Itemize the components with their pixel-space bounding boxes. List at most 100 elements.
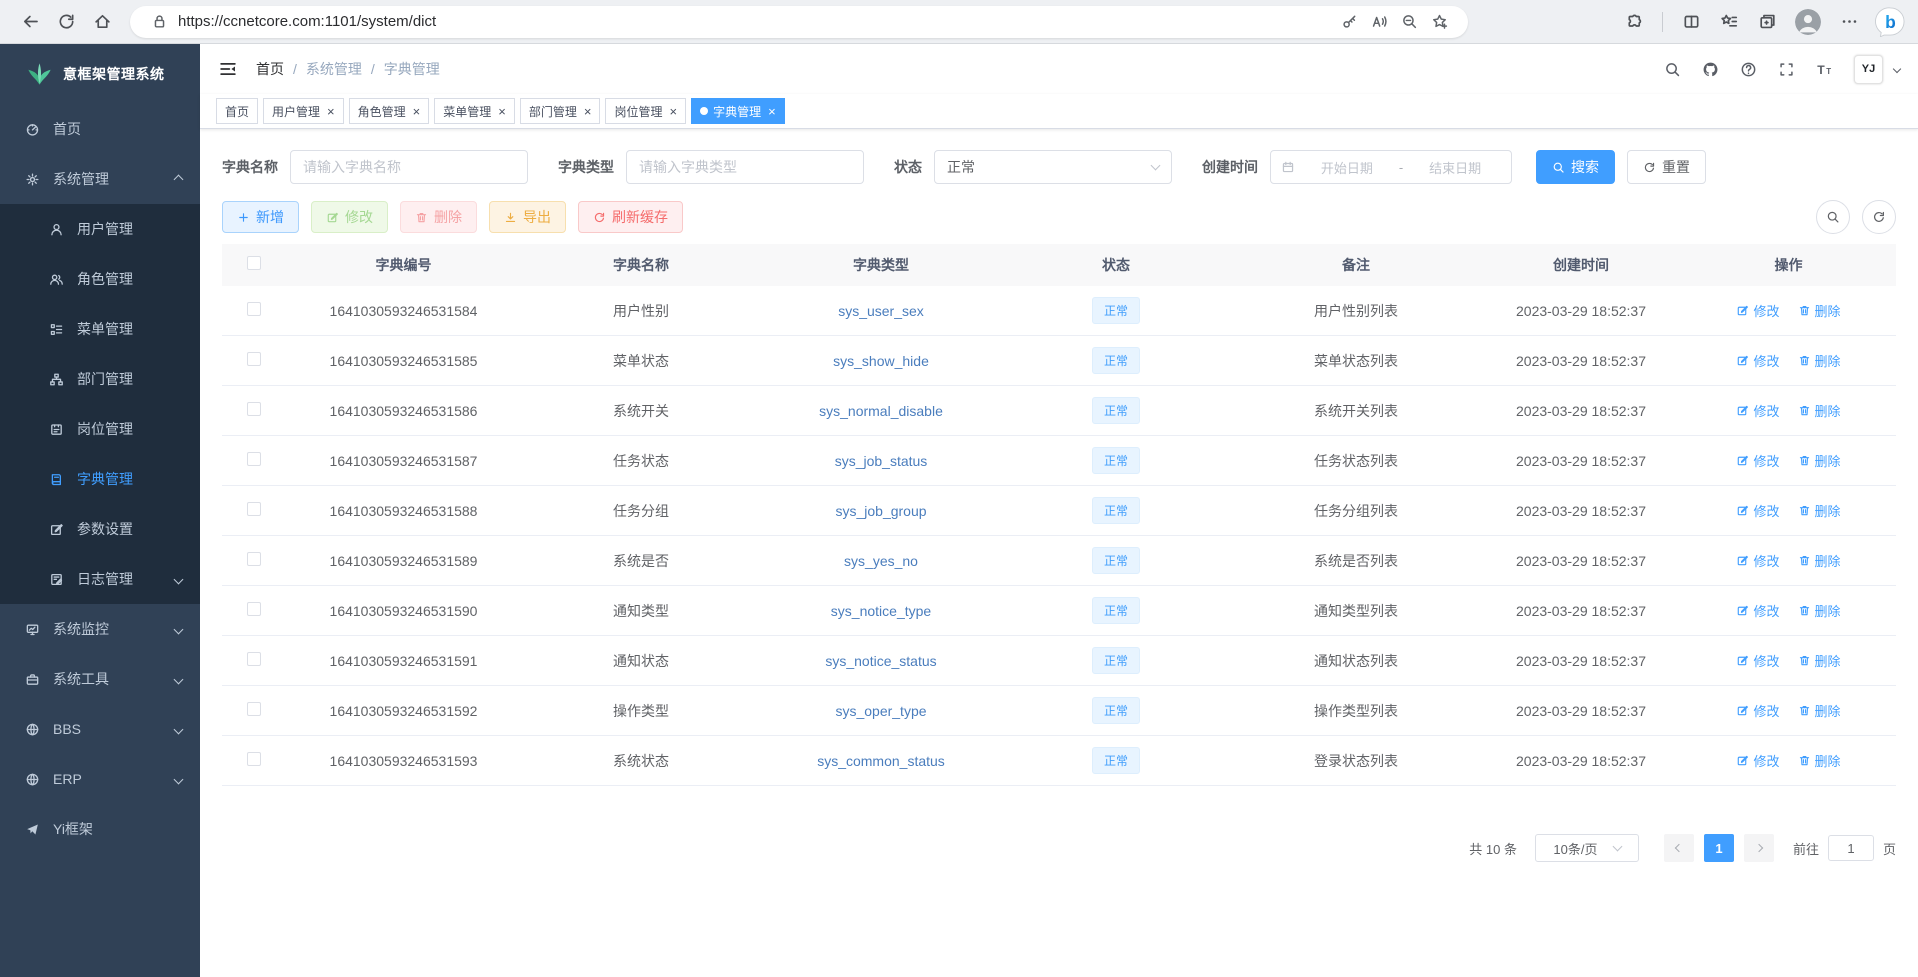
create-time-range-picker[interactable]: 开始日期 - 结束日期 [1270, 150, 1512, 184]
close-icon[interactable]: × [498, 105, 506, 118]
column-header[interactable]: 状态 [1001, 255, 1231, 275]
breadcrumb-item[interactable]: 系统管理 [306, 59, 362, 79]
more-menu-icon[interactable] [1831, 5, 1867, 39]
row-checkbox[interactable] [247, 652, 261, 666]
split-screen-icon[interactable] [1673, 5, 1709, 39]
column-header[interactable]: 字典类型 [761, 255, 1001, 275]
url-text[interactable]: https://ccnetcore.com:1101/system/dict [178, 13, 1334, 30]
close-icon[interactable]: × [413, 105, 421, 118]
dict-type-link[interactable]: sys_oper_type [835, 703, 926, 719]
goto-page-input[interactable] [1828, 835, 1874, 861]
row-delete-link[interactable]: 删除 [1798, 601, 1841, 620]
row-delete-link[interactable]: 删除 [1798, 451, 1841, 470]
close-icon[interactable]: × [768, 105, 776, 118]
refresh-cache-button[interactable]: 刷新缓存 [578, 201, 683, 233]
tag-tab[interactable]: 部门管理× [520, 98, 601, 124]
refresh-table-button[interactable] [1862, 200, 1896, 234]
row-checkbox[interactable] [247, 352, 261, 366]
row-checkbox[interactable] [247, 702, 261, 716]
delete-button[interactable]: 删除 [400, 201, 477, 233]
search-icon[interactable] [1664, 61, 1681, 78]
sidebar-item-config[interactable]: 参数设置 [0, 504, 200, 554]
page-number-button[interactable]: 1 [1704, 834, 1734, 862]
bing-chat-icon[interactable]: b [1875, 6, 1906, 37]
row-delete-link[interactable]: 删除 [1798, 701, 1841, 720]
row-checkbox[interactable] [247, 552, 261, 566]
row-checkbox[interactable] [247, 452, 261, 466]
toggle-search-button[interactable] [1816, 200, 1850, 234]
sidebar-item-post[interactable]: 岗位管理 [0, 404, 200, 454]
row-edit-link[interactable]: 修改 [1736, 551, 1779, 570]
profile-avatar[interactable] [1795, 9, 1821, 35]
dict-name-input[interactable] [290, 150, 528, 184]
next-page-button[interactable] [1744, 834, 1774, 862]
dict-type-link[interactable]: sys_notice_status [825, 653, 936, 669]
close-icon[interactable]: × [327, 105, 335, 118]
user-avatar[interactable]: YJ [1854, 55, 1883, 84]
export-button[interactable]: 导出 [489, 201, 566, 233]
row-delete-link[interactable]: 删除 [1798, 751, 1841, 770]
lock-icon[interactable] [144, 13, 174, 30]
start-date-placeholder[interactable]: 开始日期 [1301, 158, 1393, 177]
dict-type-link[interactable]: sys_job_group [835, 503, 926, 519]
row-checkbox[interactable] [247, 502, 261, 516]
dict-type-link[interactable]: sys_user_sex [838, 303, 924, 319]
sidebar-item-role[interactable]: 角色管理 [0, 254, 200, 304]
password-key-icon[interactable] [1334, 13, 1364, 30]
dict-type-link[interactable]: sys_common_status [817, 753, 945, 769]
tag-tab[interactable]: 岗位管理× [605, 98, 686, 124]
add-favorite-icon[interactable] [1424, 13, 1454, 30]
sidebar-item-dept[interactable]: 部门管理 [0, 354, 200, 404]
status-select[interactable]: 正常 [934, 150, 1172, 184]
row-delete-link[interactable]: 删除 [1798, 301, 1841, 320]
add-button[interactable]: 新增 [222, 201, 299, 233]
row-edit-link[interactable]: 修改 [1736, 501, 1779, 520]
dict-type-link[interactable]: sys_job_status [835, 453, 928, 469]
row-edit-link[interactable]: 修改 [1736, 651, 1779, 670]
sidebar-item-menu[interactable]: 菜单管理 [0, 304, 200, 354]
dict-type-link[interactable]: sys_yes_no [844, 553, 918, 569]
sidebar-item-dict[interactable]: 字典管理 [0, 454, 200, 504]
sidebar-item-tool[interactable]: 系统工具 [0, 654, 200, 704]
sidebar-item-erp[interactable]: ERP [0, 754, 200, 804]
column-header[interactable]: 备注 [1231, 255, 1481, 275]
extensions-icon[interactable] [1616, 5, 1652, 39]
row-edit-link[interactable]: 修改 [1736, 601, 1779, 620]
collapse-sidebar-icon[interactable] [218, 59, 238, 79]
favorites-icon[interactable] [1711, 5, 1747, 39]
row-edit-link[interactable]: 修改 [1736, 751, 1779, 770]
search-button[interactable]: 搜索 [1536, 150, 1615, 184]
tag-tab[interactable]: 首页 [216, 98, 258, 124]
tag-tab[interactable]: 菜单管理× [434, 98, 515, 124]
tag-tab[interactable]: 字典管理× [691, 98, 785, 124]
close-icon[interactable]: × [584, 105, 592, 118]
read-aloud-icon[interactable] [1364, 13, 1394, 30]
row-delete-link[interactable]: 删除 [1798, 551, 1841, 570]
row-delete-link[interactable]: 删除 [1798, 501, 1841, 520]
app-logo[interactable]: 意框架管理系统 [0, 44, 200, 104]
column-header[interactable]: 创建时间 [1481, 255, 1681, 275]
dict-type-link[interactable]: sys_notice_type [831, 603, 931, 619]
github-icon[interactable] [1702, 61, 1719, 78]
row-delete-link[interactable]: 删除 [1798, 351, 1841, 370]
column-header[interactable]: 操作 [1681, 255, 1896, 275]
sidebar-item-bbs[interactable]: BBS [0, 704, 200, 754]
row-checkbox[interactable] [247, 752, 261, 766]
column-header[interactable]: 字典名称 [521, 255, 761, 275]
zoom-out-icon[interactable] [1394, 13, 1424, 30]
row-edit-link[interactable]: 修改 [1736, 351, 1779, 370]
row-edit-link[interactable]: 修改 [1736, 401, 1779, 420]
row-delete-link[interactable]: 删除 [1798, 651, 1841, 670]
row-edit-link[interactable]: 修改 [1736, 301, 1779, 320]
home-icon[interactable] [84, 5, 120, 39]
dict-type-input[interactable] [626, 150, 864, 184]
tag-tab[interactable]: 角色管理× [349, 98, 430, 124]
row-checkbox[interactable] [247, 602, 261, 616]
tag-tab[interactable]: 用户管理× [263, 98, 344, 124]
dict-type-link[interactable]: sys_show_hide [833, 353, 929, 369]
help-icon[interactable] [1740, 61, 1757, 78]
column-header[interactable]: 字典编号 [286, 255, 521, 275]
edit-button[interactable]: 修改 [311, 201, 388, 233]
close-icon[interactable]: × [669, 105, 677, 118]
row-checkbox[interactable] [247, 302, 261, 316]
